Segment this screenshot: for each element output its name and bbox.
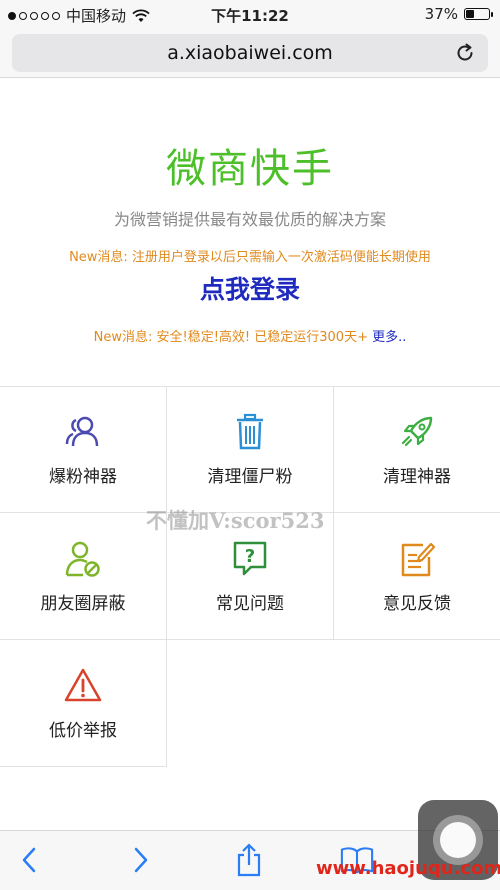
address-bar[interactable]: a.xiaobaiwei.com <box>12 34 488 72</box>
status-bar: 中国移动 下午11:22 37% <box>0 0 500 28</box>
share-icon <box>237 843 261 877</box>
back-button[interactable] <box>12 843 46 877</box>
page-header: 微商快手 为微营销提供最有效最优质的解决方案 New消息: 注册用户登录以后只需… <box>0 80 500 386</box>
trash-icon <box>237 413 263 450</box>
user-block-icon <box>65 541 100 577</box>
notice-message-1: New消息: 注册用户登录以后只需输入一次激活码便能长期使用 <box>69 250 431 265</box>
menu-item-label: 低价举报 <box>49 721 117 741</box>
chevron-right-icon <box>134 847 148 873</box>
browser-address-area: a.xiaobaiwei.com <box>0 28 500 78</box>
users-icon <box>65 416 99 447</box>
battery-percent: 37% <box>424 5 458 23</box>
warning-icon <box>64 668 102 702</box>
site-watermark: www.haojuqu.com <box>316 858 500 879</box>
forward-button[interactable] <box>124 843 158 877</box>
reload-icon[interactable] <box>454 42 476 64</box>
page-subtitle: 为微营销提供最有效最优质的解决方案 <box>113 210 386 229</box>
battery-level-fill <box>466 10 474 18</box>
menu-item-moments-block[interactable]: 朋友圈屏蔽 <box>0 513 167 640</box>
page-title: 微商快手 <box>166 146 334 192</box>
menu-item-clean-zombie-fans[interactable]: 清理僵尸粉 <box>167 386 334 513</box>
menu-item-low-price-report[interactable]: 低价举报 <box>0 640 167 767</box>
menu-item-label: 爆粉神器 <box>49 467 117 487</box>
feature-grid: 爆粉神器 清理僵尸粉 清理神器 朋友圈屏蔽 ? 常见问题 意见反馈 低价举报 <box>0 386 500 768</box>
svg-text:?: ? <box>245 546 255 567</box>
menu-item-label: 常见问题 <box>216 594 284 614</box>
menu-item-label: 清理神器 <box>383 467 451 487</box>
rocket-icon <box>401 416 433 447</box>
login-link[interactable]: 点我登录 <box>0 270 500 306</box>
more-link[interactable]: 更多.. <box>372 330 406 345</box>
question-bubble-icon: ? <box>233 541 267 576</box>
chevron-left-icon <box>22 847 36 873</box>
notice-2-text: New消息: 安全!稳定!高效! 已稳定运行300天+ <box>93 330 373 345</box>
status-right: 37% <box>424 5 493 23</box>
menu-item-feedback[interactable]: 意见反馈 <box>334 513 500 640</box>
menu-item-boost-fans[interactable]: 爆粉神器 <box>0 386 167 513</box>
watermark-text: 不懂加V:scor523 <box>146 508 325 533</box>
share-button[interactable] <box>232 843 266 877</box>
menu-item-label: 清理僵尸粉 <box>207 467 293 487</box>
url-text[interactable]: a.xiaobaiwei.com <box>12 42 488 64</box>
battery-icon <box>464 8 493 20</box>
menu-item-clean-tool[interactable]: 清理神器 <box>334 386 500 513</box>
menu-item-label: 朋友圈屏蔽 <box>40 594 126 614</box>
notice-message-2: New消息: 安全!稳定!高效! 已稳定运行300天+ 更多.. <box>0 326 500 345</box>
edit-note-icon <box>401 542 436 577</box>
menu-item-label: 意见反馈 <box>383 594 451 614</box>
